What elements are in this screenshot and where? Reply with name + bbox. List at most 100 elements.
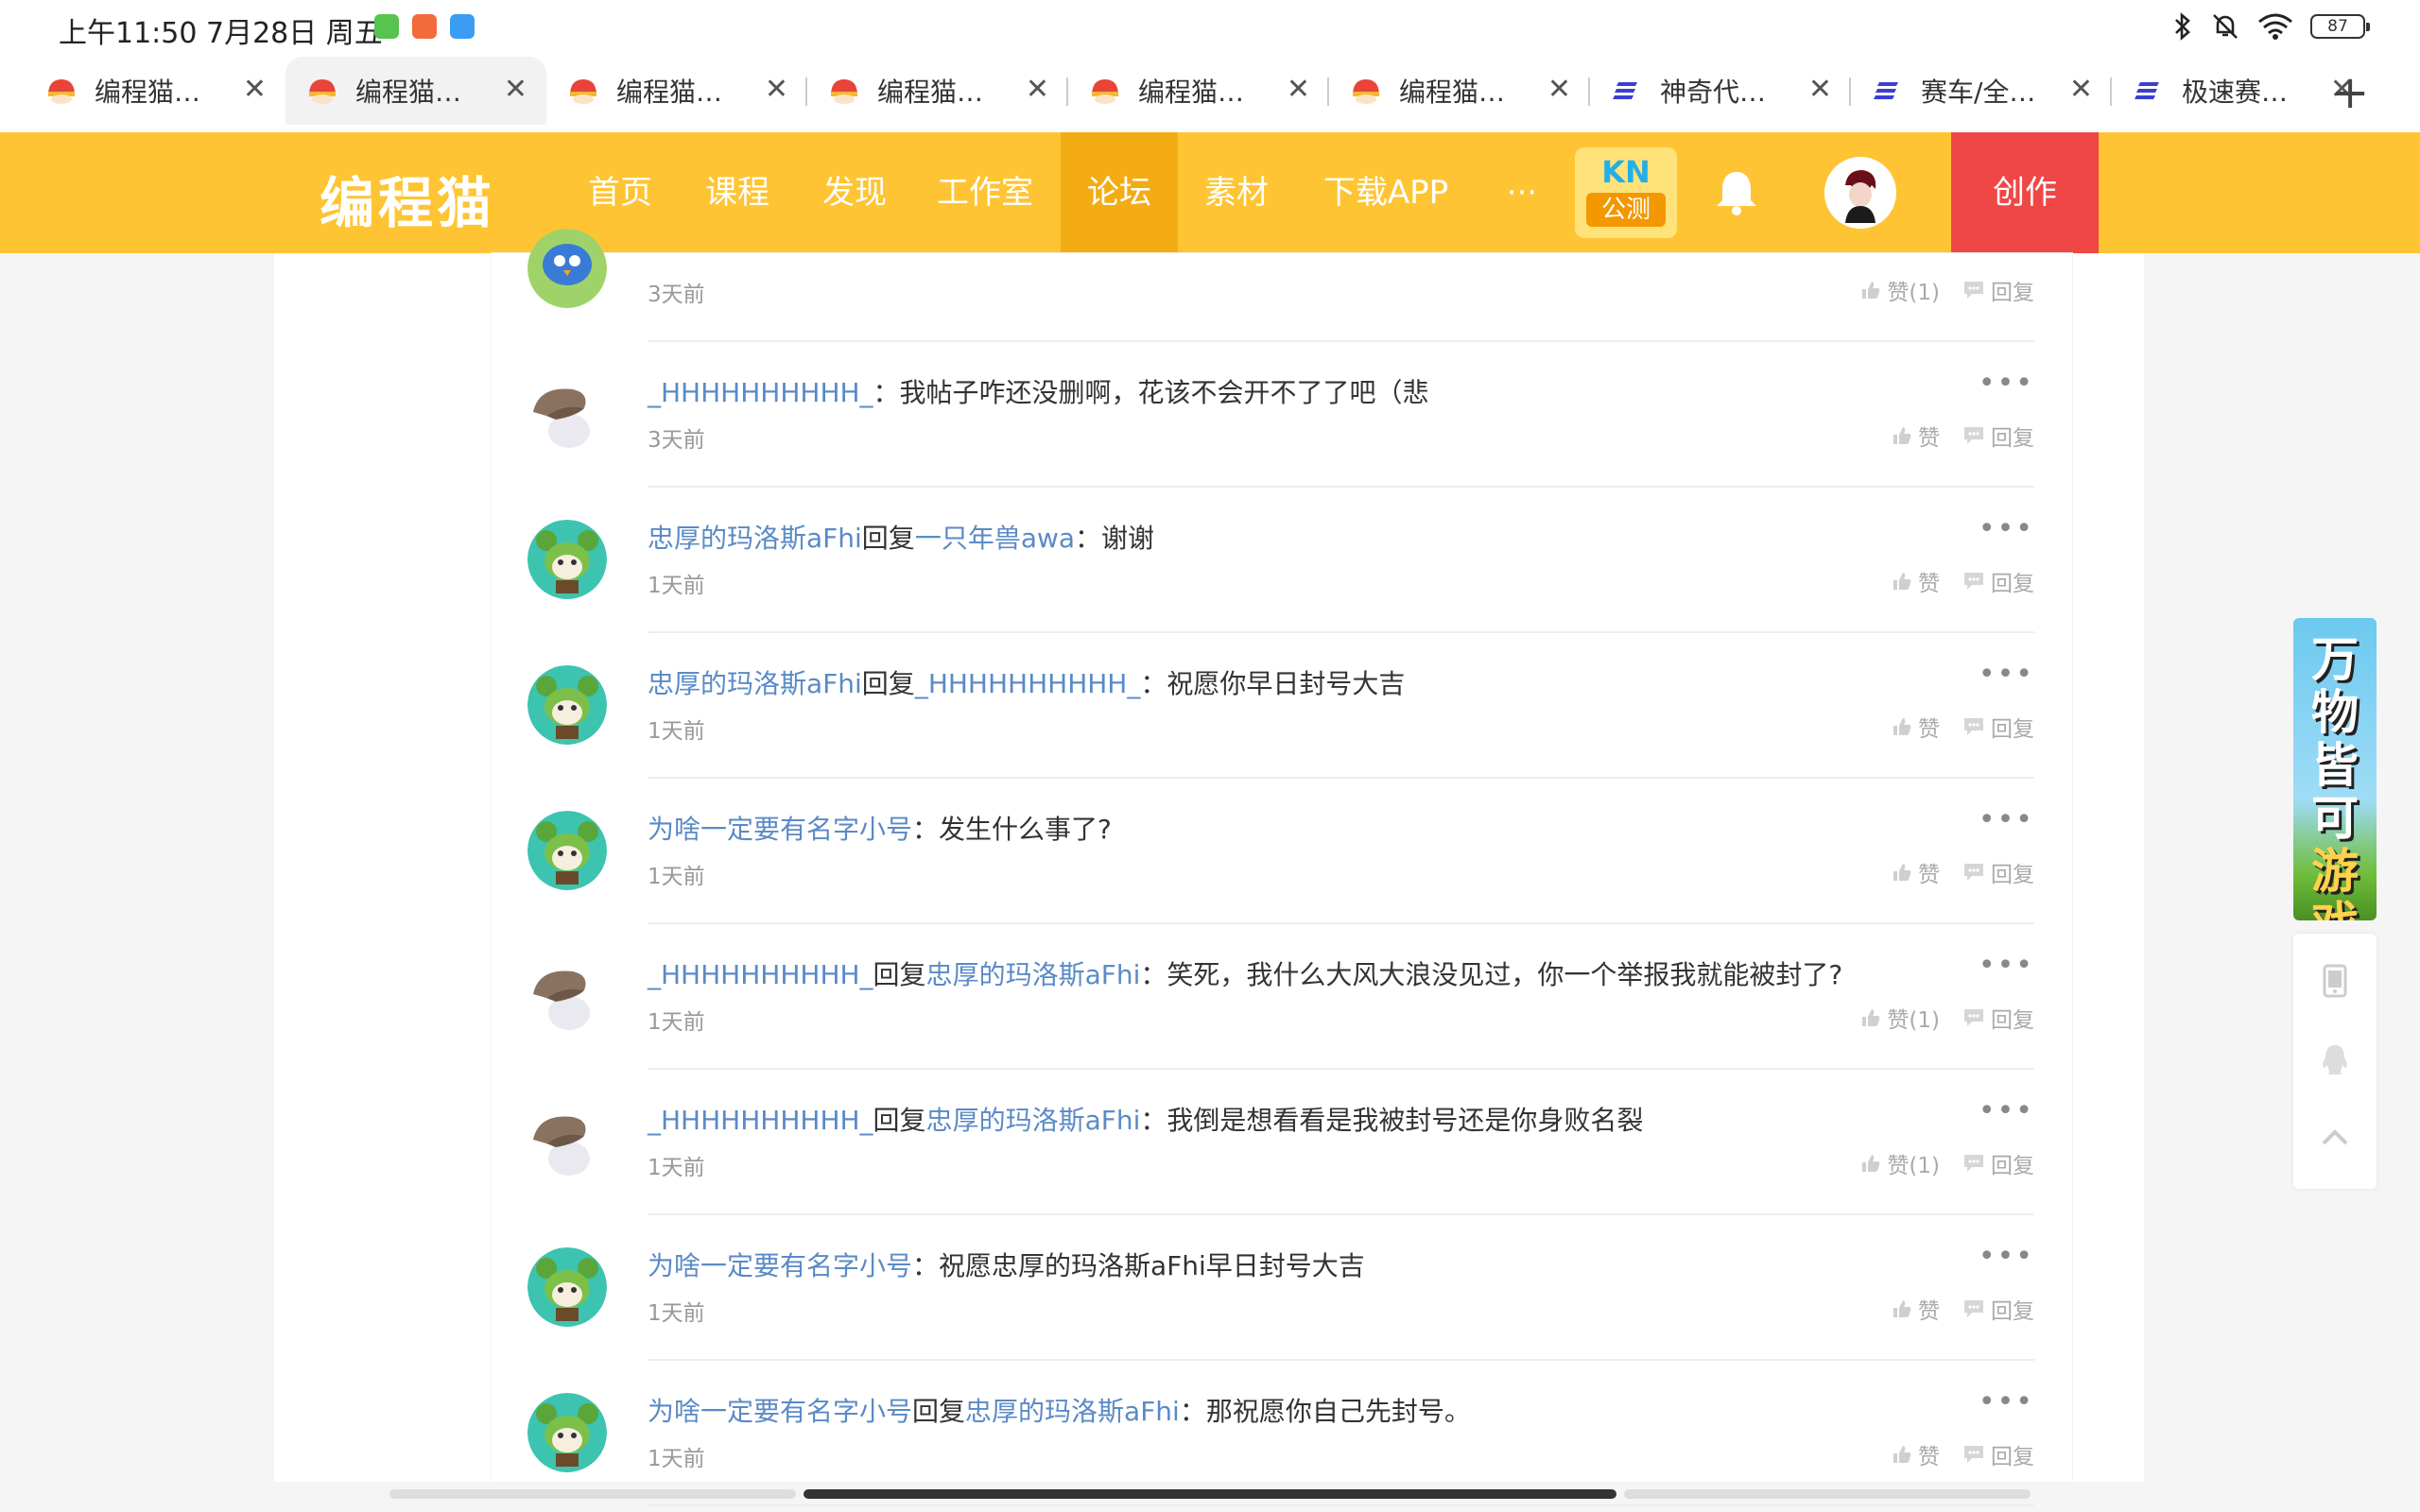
tab-close-icon[interactable]: ✕ [1287, 76, 1310, 104]
like-button[interactable]: 赞 [1892, 420, 1940, 452]
tab-close-icon[interactable]: ✕ [1547, 76, 1571, 104]
tab-title: 编程猫… [95, 77, 201, 108]
user-name-link[interactable]: _HHHHHHHHHH_ [648, 1105, 873, 1136]
comment-text: 回复 [861, 523, 915, 554]
comment-content: 忠厚的玛洛斯aFhi回复_HHHHHHHHHH_：祝愿你早日封号大吉 [648, 663, 1405, 701]
tab-close-icon[interactable]: ✕ [504, 76, 527, 104]
comment-text: ：祝愿你早日封号大吉 [1140, 668, 1406, 699]
comment-text: ：发生什么事了? [912, 814, 1112, 845]
comment-item: _HHHHHHHHHH_ 回复 忠厚的玛洛斯aFhi：我倒是想看看是我被封号还是你身… [492, 1070, 2072, 1215]
reply-button[interactable]: 回复 [1962, 1438, 2034, 1470]
reply-button[interactable]: 回复 [1962, 711, 2034, 743]
hat-bunny-avatar[interactable] [527, 1102, 607, 1181]
more-options-icon[interactable]: ••• [1979, 949, 2034, 982]
tab-title: 神奇代… [1660, 77, 1767, 108]
comment-content: 为啥一定要有名字小号：发生什么事了? [648, 809, 1112, 847]
mute-bell-icon [2213, 14, 2238, 39]
user-name-link[interactable]: 为啥一定要有名字小号 [648, 1250, 912, 1281]
more-options-icon[interactable]: ••• [1979, 1094, 2034, 1127]
user-name-link[interactable]: 忠厚的玛洛斯aFhi [926, 959, 1141, 990]
browser-tab[interactable]: 编程猫… ✕ [1329, 57, 1590, 125]
reply-button[interactable]: 回复 [1962, 1002, 2034, 1034]
system-status-bar: 上午11:50 7月28日 周五 87 [0, 0, 2420, 55]
more-options-icon[interactable]: ••• [1979, 1385, 2034, 1418]
more-options-icon[interactable]: ••• [1979, 803, 2034, 836]
like-button[interactable]: 赞 [1892, 1438, 1940, 1470]
like-count: 赞 [1918, 426, 1940, 451]
browser-tab[interactable]: 神奇代… ✕ [1590, 57, 1851, 125]
tab-close-icon[interactable]: ✕ [1808, 76, 1832, 104]
tab-scroll-thumb[interactable] [804, 1489, 1616, 1499]
more-options-icon[interactable]: ••• [1979, 512, 2034, 545]
tab-close-icon[interactable]: ✕ [243, 76, 267, 104]
more-options-icon[interactable]: ••• [1979, 1240, 2034, 1273]
comment-text: ：我倒是想看看是我被封号还是你身败名裂 [1140, 1105, 1644, 1136]
reply-button[interactable]: 回复 [1962, 1293, 2034, 1325]
browser-tab[interactable]: 赛车/全… ✕ [1851, 57, 2112, 125]
user-name-link[interactable]: 为啥一定要有名字小号 [648, 814, 912, 845]
new-tab-button[interactable]: + [2331, 64, 2369, 121]
comment-time: 1天前 [648, 719, 705, 744]
like-button[interactable]: 赞(1) [1860, 1147, 1940, 1179]
like-button[interactable]: 赞 [1892, 856, 1940, 888]
hat-bunny-avatar[interactable] [527, 374, 607, 454]
ad-text-line2: 皆可 [2311, 738, 2359, 846]
blue-bird-avatar[interactable] [527, 229, 607, 308]
site-logo[interactable]: 编程猫 [320, 159, 495, 238]
user-name-link[interactable]: _HHHHHHHHHH_ [648, 959, 873, 990]
like-count: 赞(1) [1887, 281, 1940, 305]
reply-button[interactable]: 回复 [1962, 420, 2034, 452]
more-options-icon[interactable]: ••• [1979, 658, 2034, 691]
hat-bunny-avatar[interactable] [527, 956, 607, 1036]
like-button[interactable]: 赞 [1892, 1293, 1940, 1325]
browser-tab[interactable]: 编程猫… ✕ [546, 57, 807, 125]
back-to-top-icon[interactable] [2316, 1119, 2354, 1157]
green-cat-avatar[interactable] [527, 1393, 607, 1472]
reply-button[interactable]: 回复 [1962, 856, 2034, 888]
comment-content: _HHHHHHHHHH_：我帖子咋还没删啊，花该不会开不了了吧（悲 [648, 372, 1429, 410]
browser-tab[interactable]: 编程猫… ✕ [25, 57, 285, 125]
reply-button[interactable]: 回复 [1962, 1147, 2034, 1179]
user-name-link[interactable]: 忠厚的玛洛斯aFhi [926, 1105, 1141, 1136]
user-name-link[interactable]: 忠厚的玛洛斯aFhi [648, 523, 862, 554]
comment-bubble-icon [1964, 718, 1983, 735]
like-count: 赞 [1918, 1445, 1940, 1469]
tab-close-icon[interactable]: ✕ [2069, 76, 2093, 104]
like-button[interactable]: 赞 [1892, 711, 1940, 743]
reply-label: 回复 [1991, 1445, 2034, 1469]
user-name-link[interactable]: 忠厚的玛洛斯aFhi [965, 1396, 1180, 1427]
green-cat-avatar[interactable] [527, 811, 607, 890]
battery-level: 87 [2310, 14, 2370, 39]
green-cat-avatar[interactable] [527, 665, 607, 745]
comment-time: 1天前 [648, 1156, 705, 1180]
green-cat-avatar[interactable] [527, 1247, 607, 1327]
tablet-icon[interactable] [2316, 962, 2354, 1000]
wifi-icon [2258, 13, 2292, 40]
game-ad-banner[interactable]: 万物 皆可 游戏 [2293, 618, 2377, 920]
user-name-link[interactable]: 一只年兽awa [915, 523, 1075, 554]
reply-button[interactable]: 回复 [1962, 274, 2034, 306]
shop-app-icon [412, 14, 437, 39]
reply-button[interactable]: 回复 [1962, 565, 2034, 597]
tab-close-icon[interactable]: ✕ [1026, 76, 1049, 104]
comment-bubble-icon [1964, 1300, 1983, 1317]
browser-tab-strip: 编程猫… ✕ 编程猫… ✕ 编程猫… ✕ 编程猫… ✕ 编程猫… ✕ 编程猫… ✕ 神奇代… ✕ 赛车/全…… [0, 55, 2420, 132]
download-app-icon [374, 14, 399, 39]
browser-tab[interactable]: 编程猫… ✕ [1068, 57, 1329, 125]
user-name-link[interactable]: _HHHHHHHHHH_ [648, 377, 873, 408]
qq-icon[interactable] [2316, 1041, 2354, 1079]
more-options-icon[interactable]: ••• [1979, 367, 2034, 400]
like-button[interactable]: 赞 [1892, 565, 1940, 597]
user-name-link[interactable]: _HHHHHHHHHH_ [915, 668, 1141, 699]
tab-close-icon[interactable]: ✕ [765, 76, 788, 104]
like-button[interactable]: 赞(1) [1860, 274, 1940, 306]
green-cat-avatar[interactable] [527, 520, 607, 599]
user-name-link[interactable]: 忠厚的玛洛斯aFhi [648, 668, 862, 699]
comment-time: 3天前 [648, 428, 705, 453]
like-count: 赞(1) [1887, 1008, 1940, 1033]
user-name-link[interactable]: 为啥一定要有名字小号 [648, 1396, 912, 1427]
browser-tab[interactable]: 编程猫… ✕ [285, 57, 546, 125]
like-button[interactable]: 赞(1) [1860, 1002, 1940, 1034]
browser-tab[interactable]: 编程猫… ✕ [807, 57, 1068, 125]
reply-label: 回复 [1991, 281, 2034, 305]
